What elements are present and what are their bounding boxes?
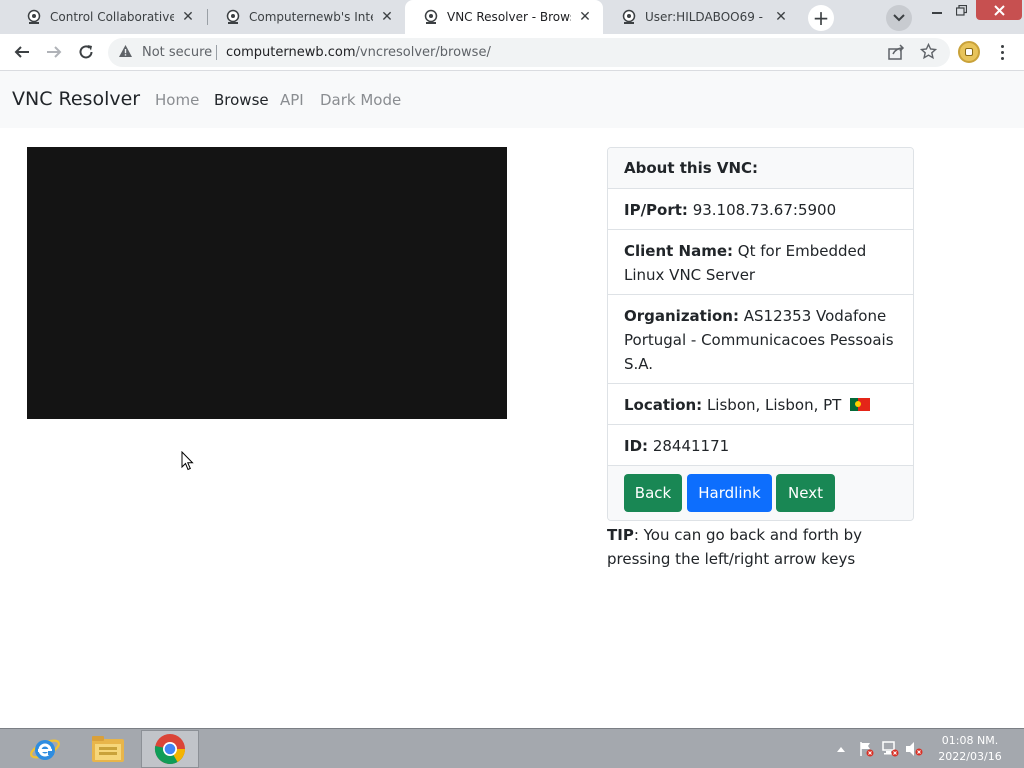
arrow-left-icon bbox=[14, 46, 29, 58]
share-icon[interactable] bbox=[888, 44, 905, 60]
file-explorer-icon bbox=[92, 736, 124, 762]
windows-taskbar: 01:08 NM. 2022/03/16 bbox=[0, 728, 1024, 768]
vnc-info-card: About this VNC: IP/Port: 93.108.73.67:59… bbox=[607, 147, 914, 521]
new-tab-button[interactable]: + bbox=[808, 5, 834, 31]
browser-tab-strip: Control Collaborative Vir ✕ Computernewb… bbox=[0, 0, 1024, 34]
back-button[interactable]: Back bbox=[624, 474, 682, 512]
nav-link-dark-mode[interactable]: Dark Mode bbox=[320, 91, 401, 109]
browser-toolbar: Not secure computernewb.com/vncresolver/… bbox=[0, 34, 1024, 71]
network-icon bbox=[882, 741, 899, 757]
tray-volume[interactable] bbox=[905, 729, 923, 768]
nav-link-browse[interactable]: Browse bbox=[214, 91, 269, 109]
window-close-button[interactable] bbox=[976, 0, 1022, 20]
flag-warning-icon bbox=[860, 742, 874, 757]
close-tab-icon[interactable]: ✕ bbox=[577, 9, 593, 25]
client-name-row: Client Name: Qt for Embedded Linux VNC S… bbox=[608, 230, 913, 295]
id-row: ID: 28441171 bbox=[608, 425, 913, 466]
url-text[interactable]: computernewb.com/vncresolver/browse/ bbox=[226, 45, 491, 60]
clock-time: 01:08 NM. bbox=[941, 734, 999, 747]
nav-link-api[interactable]: API bbox=[280, 91, 304, 109]
close-tab-icon[interactable]: ✕ bbox=[773, 9, 789, 25]
bookmark-star-icon[interactable] bbox=[920, 43, 937, 60]
site-favicon-icon bbox=[424, 9, 438, 24]
close-icon bbox=[993, 4, 1005, 16]
taskbar-chrome[interactable] bbox=[141, 730, 199, 768]
card-footer: Back Hardlink Next bbox=[608, 466, 913, 520]
taskbar-file-explorer[interactable] bbox=[79, 730, 137, 768]
tip-text: : You can go back and forth by pressing … bbox=[607, 526, 863, 568]
browser-tab[interactable]: Control Collaborative Vir ✕ bbox=[8, 0, 206, 34]
tip-label: TIP bbox=[607, 526, 634, 544]
id-label: ID: bbox=[624, 437, 649, 455]
id-value: 28441171 bbox=[652, 437, 730, 455]
chevron-up-icon bbox=[837, 747, 845, 752]
back-nav-button[interactable] bbox=[10, 40, 34, 64]
portugal-flag-icon bbox=[850, 398, 871, 411]
ip-port-value: 93.108.73.67:5900 bbox=[692, 201, 837, 219]
navigation-tip: TIP: You can go back and forth by pressi… bbox=[607, 523, 917, 571]
arrow-right-icon bbox=[47, 46, 62, 58]
next-button[interactable]: Next bbox=[776, 474, 835, 512]
window-maximize-button[interactable] bbox=[950, 0, 972, 20]
browser-menu-button[interactable] bbox=[992, 40, 1012, 64]
tab-title: User:HILDABOO69 - Con bbox=[645, 10, 767, 24]
clock-date: 2022/03/16 bbox=[938, 750, 1002, 763]
address-bar[interactable]: Not secure computernewb.com/vncresolver/… bbox=[108, 38, 950, 67]
tray-action-center[interactable] bbox=[858, 729, 874, 768]
reload-icon bbox=[79, 45, 93, 59]
close-tab-icon[interactable]: ✕ bbox=[379, 9, 395, 25]
chevron-down-icon bbox=[893, 14, 905, 22]
forward-nav-button[interactable] bbox=[42, 40, 66, 64]
minimize-icon bbox=[932, 12, 942, 14]
card-header: About this VNC: bbox=[608, 148, 913, 189]
organization-label: Organization: bbox=[624, 307, 739, 325]
organization-row: Organization: AS12353 Vodafone Portugal … bbox=[608, 295, 913, 384]
reload-button[interactable] bbox=[74, 40, 98, 64]
site-navbar: VNC Resolver Home Browse API Dark Mode bbox=[0, 71, 1024, 128]
omnibox-divider bbox=[216, 45, 217, 60]
security-status-label[interactable]: Not secure bbox=[142, 45, 212, 60]
ip-port-label: IP/Port: bbox=[624, 201, 688, 219]
url-path: /vncresolver/browse/ bbox=[355, 45, 491, 60]
location-label: Location: bbox=[624, 396, 703, 414]
client-name-label: Client Name: bbox=[624, 242, 734, 260]
tab-title: Computernewb's Internet bbox=[249, 10, 373, 24]
url-host: computernewb.com bbox=[226, 45, 356, 60]
chrome-icon bbox=[154, 734, 185, 765]
site-brand[interactable]: VNC Resolver bbox=[12, 88, 140, 110]
browser-tab-active[interactable]: VNC Resolver - Browse ✕ bbox=[405, 0, 603, 34]
extension-icon[interactable] bbox=[958, 41, 980, 63]
location-row: Location: Lisbon, Lisbon, PT bbox=[608, 384, 913, 425]
tab-title: Control Collaborative Vir bbox=[50, 10, 174, 24]
ip-port-row: IP/Port: 93.108.73.67:5900 bbox=[608, 189, 913, 230]
site-favicon-icon bbox=[226, 9, 240, 24]
location-value: Lisbon, Lisbon, PT bbox=[706, 396, 842, 414]
site-favicon-icon bbox=[27, 9, 41, 24]
browser-tab[interactable]: User:HILDABOO69 - Con ✕ bbox=[603, 0, 799, 34]
hardlink-button[interactable]: Hardlink bbox=[687, 474, 772, 512]
browser-tab[interactable]: Computernewb's Internet ✕ bbox=[207, 0, 405, 34]
close-tab-icon[interactable]: ✕ bbox=[180, 9, 196, 25]
mouse-cursor-icon bbox=[181, 451, 194, 471]
site-favicon-icon bbox=[622, 9, 636, 24]
tab-title: VNC Resolver - Browse bbox=[447, 10, 571, 24]
nav-link-home[interactable]: Home bbox=[155, 91, 199, 109]
warning-icon[interactable] bbox=[118, 44, 133, 58]
volume-muted-icon bbox=[906, 742, 923, 756]
internet-explorer-icon bbox=[30, 739, 60, 760]
taskbar-internet-explorer[interactable] bbox=[16, 730, 74, 768]
tab-search-button[interactable] bbox=[886, 5, 912, 31]
restore-icon bbox=[955, 4, 967, 16]
vnc-screenshot bbox=[27, 147, 507, 419]
window-minimize-button[interactable] bbox=[926, 0, 948, 20]
tray-network[interactable] bbox=[881, 729, 899, 768]
taskbar-clock[interactable]: 01:08 NM. 2022/03/16 bbox=[930, 733, 1010, 765]
tray-overflow-button[interactable] bbox=[836, 729, 846, 768]
